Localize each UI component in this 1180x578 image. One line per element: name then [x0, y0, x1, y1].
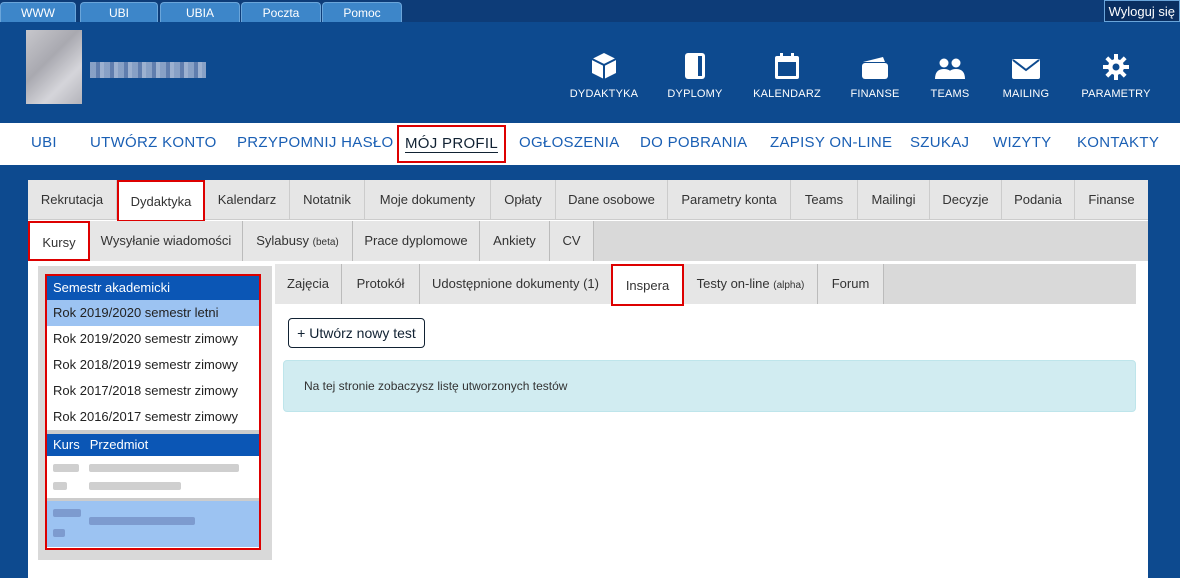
tab-rekrutacja[interactable]: Rekrutacja [28, 180, 117, 220]
tab-udostepnione-dokumenty[interactable]: Udostępnione dokumenty (1) [420, 264, 612, 304]
course-header: Kurs Przedmiot [47, 434, 259, 456]
top-tab-www[interactable]: WWW [0, 2, 76, 22]
semester-item[interactable]: Rok 2016/2017 semestr zimowy [47, 404, 259, 430]
top-tab-ubia[interactable]: UBIA [160, 2, 240, 22]
tab-testy-online[interactable]: Testy on-line (alpha) [684, 264, 818, 304]
tabs-level2: Kursy Wysyłanie wiadomości Sylabusy (bet… [28, 221, 1148, 261]
envelope-icon [1012, 59, 1040, 79]
tab-prace-dyplomowe[interactable]: Prace dyplomowe [353, 221, 480, 261]
nav-utworz-konto[interactable]: UTWÓRZ KONTO [90, 123, 217, 165]
create-test-button[interactable]: + Utwórz nowy test [288, 318, 425, 348]
tab-oplaty[interactable]: Opłaty [491, 180, 556, 220]
nav-kontakty[interactable]: KONTAKTY [1077, 123, 1159, 165]
tabs-level1: Rekrutacja Dydaktyka Kalendarz Notatnik … [28, 180, 1148, 222]
nav-ogloszenia[interactable]: OGŁOSZENIA [519, 123, 620, 165]
avatar [26, 30, 82, 104]
header-parametry[interactable]: PARAMETRY [1076, 50, 1156, 100]
main-nav: UBI UTWÓRZ KONTO PRZYPOMNIJ HASŁO MÓJ PR… [0, 123, 1180, 165]
book-icon [685, 53, 705, 79]
tab-mailingi[interactable]: Mailingi [858, 180, 930, 220]
tab-cv[interactable]: CV [550, 221, 594, 261]
course-row-blurred[interactable] [47, 501, 259, 547]
nav-przypomnij-haslo[interactable]: PRZYPOMNIJ HASŁO [237, 123, 394, 165]
header-teams[interactable]: TEAMS [910, 50, 990, 100]
semester-item[interactable]: Rok 2017/2018 semestr zimowy [47, 378, 259, 404]
info-alert: Na tej stronie zobaczysz listę utworzony… [283, 360, 1136, 412]
nav-do-pobrania[interactable]: DO POBRANIA [640, 123, 748, 165]
username-blurred [90, 62, 206, 78]
calendar-icon [775, 53, 799, 79]
tab-kursy[interactable]: Kursy [28, 221, 90, 261]
cube-icon [591, 53, 617, 79]
header-kalendarz[interactable]: KALENDARZ [747, 50, 827, 100]
semester-item[interactable]: Rok 2019/2020 semestr letni [47, 300, 259, 326]
header-finanse[interactable]: FINANSE [835, 50, 915, 100]
tab-ankiety[interactable]: Ankiety [480, 221, 550, 261]
sidebar-box: Semestr akademicki Rok 2019/2020 semestr… [45, 274, 261, 550]
tab-parametry-konta[interactable]: Parametry konta [668, 180, 791, 220]
users-icon [935, 58, 965, 79]
header: DYDAKTYKA DYPLOMY KALENDARZ FINANSE TEAM… [0, 22, 1180, 123]
top-tab-ubi[interactable]: UBI [80, 2, 158, 22]
tab-podania[interactable]: Podania [1002, 180, 1075, 220]
tab-teams[interactable]: Teams [791, 180, 858, 220]
semester-item[interactable]: Rok 2018/2019 semestr zimowy [47, 352, 259, 378]
sidebar: Semestr akademicki Rok 2019/2020 semestr… [38, 266, 272, 560]
header-mailing[interactable]: MAILING [986, 50, 1066, 100]
tab-dydaktyka[interactable]: Dydaktyka [117, 180, 205, 222]
tab-moje-dokumenty[interactable]: Moje dokumenty [365, 180, 491, 220]
nav-zapisy-online[interactable]: ZAPISY ON-LINE [770, 123, 892, 165]
semester-header: Semestr akademicki [47, 276, 259, 300]
tab-notatnik[interactable]: Notatnik [290, 180, 365, 220]
tab-dane-osobowe[interactable]: Dane osobowe [556, 180, 668, 220]
semester-item[interactable]: Rok 2019/2020 semestr zimowy [47, 326, 259, 352]
content-panel: Rekrutacja Dydaktyka Kalendarz Notatnik … [28, 180, 1148, 578]
tab-forum[interactable]: Forum [818, 264, 884, 304]
tab-protokol[interactable]: Protokół [342, 264, 420, 304]
nav-wizyty[interactable]: WIZYTY [993, 123, 1051, 165]
logout-button[interactable]: Wyloguj się [1103, 0, 1180, 22]
nav-szukaj[interactable]: SZUKAJ [910, 123, 969, 165]
top-tab-poczta[interactable]: Poczta [241, 2, 321, 22]
tab-sylabusy[interactable]: Sylabusy (beta) [243, 221, 353, 261]
wallet-icon [862, 57, 888, 79]
header-dyplomy[interactable]: DYPLOMY [655, 50, 735, 100]
tab-finanse[interactable]: Finanse [1075, 180, 1148, 220]
nav-ubi[interactable]: UBI [31, 123, 57, 165]
header-dydaktyka[interactable]: DYDAKTYKA [564, 50, 644, 100]
tab-decyzje[interactable]: Decyzje [930, 180, 1002, 220]
tab-inspera[interactable]: Inspera [611, 264, 684, 306]
tab-wysylanie-wiadomosci[interactable]: Wysyłanie wiadomości [90, 221, 243, 261]
tab-zajecia[interactable]: Zajęcia [275, 264, 342, 304]
nav-moj-profil[interactable]: MÓJ PROFIL [397, 125, 507, 163]
top-tab-pomoc[interactable]: Pomoc [322, 2, 402, 22]
tabs-level3: Zajęcia Protokół Udostępnione dokumenty … [275, 264, 1136, 306]
tab-kalendarz[interactable]: Kalendarz [205, 180, 290, 220]
gear-icon [1103, 54, 1129, 80]
top-tab-strip: WWW UBI UBIA Poczta Pomoc Wyloguj się [0, 0, 1180, 22]
course-row-blurred[interactable] [47, 456, 259, 498]
